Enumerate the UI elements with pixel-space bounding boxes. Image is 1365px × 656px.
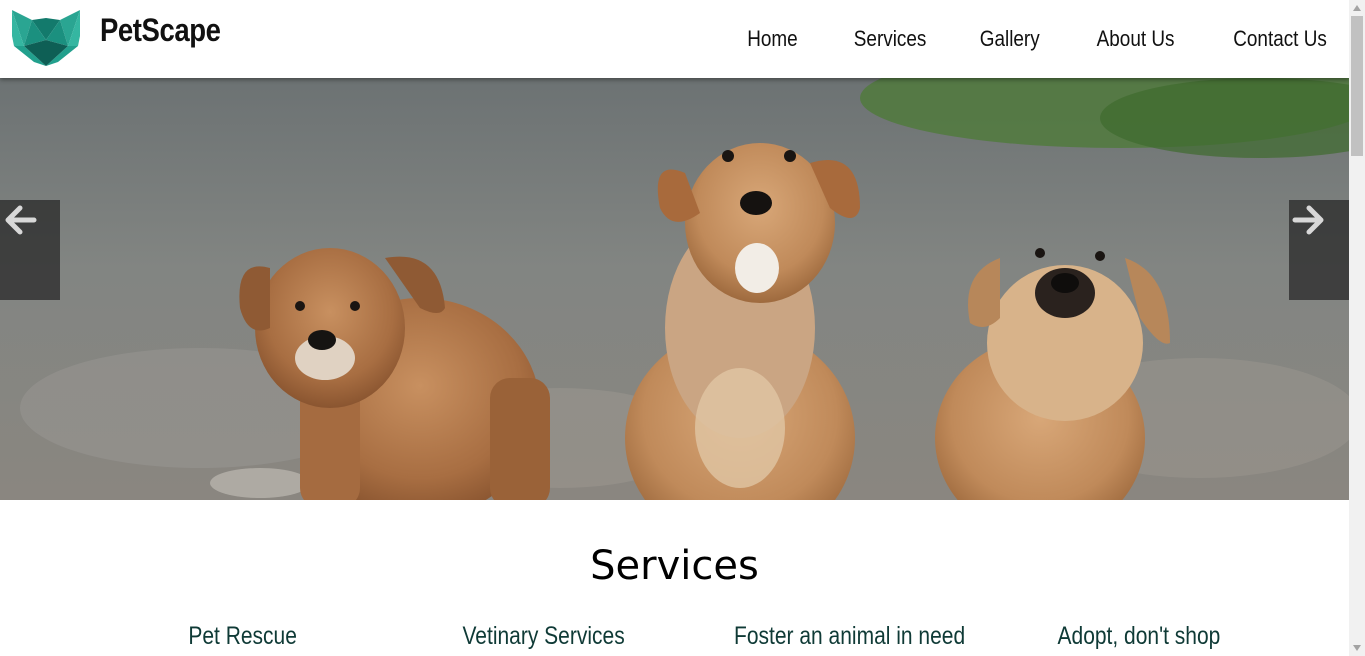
service-vetinary-services[interactable]: Vetinary Services [462, 622, 624, 651]
arrow-right-icon [1292, 205, 1324, 235]
petscape-logo-icon[interactable] [10, 6, 82, 68]
services-heading: Services [590, 543, 759, 589]
nav-gallery[interactable]: Gallery [980, 26, 1040, 58]
site-header: PetScape Home Services Gallery About Us … [0, 0, 1349, 78]
brand-name[interactable]: PetScape [100, 12, 221, 49]
arrow-left-icon [5, 205, 37, 235]
nav-services[interactable]: Services [853, 26, 926, 58]
scrollbar-thumb[interactable] [1351, 16, 1363, 156]
carousel-next-button[interactable] [1289, 200, 1349, 300]
service-pet-rescue[interactable]: Pet Rescue [188, 622, 297, 651]
nav-contact-us[interactable]: Contact Us [1233, 26, 1327, 58]
nav-home[interactable]: Home [747, 26, 797, 58]
service-foster-an-animal[interactable]: Foster an animal in need [734, 622, 965, 651]
nav-about-us[interactable]: About Us [1096, 26, 1174, 58]
main-nav: Home Services Gallery About Us Contact U… [695, 26, 1349, 58]
three-puppies-image [0, 78, 1349, 500]
carousel-prev-button[interactable] [0, 200, 60, 300]
scroll-down-icon[interactable] [1349, 640, 1365, 656]
service-adopt-dont-shop[interactable]: Adopt, don't shop [1058, 622, 1221, 651]
page: PetScape Home Services Gallery About Us … [0, 0, 1349, 656]
scroll-up-icon[interactable] [1349, 0, 1365, 16]
hero-carousel [0, 78, 1349, 500]
